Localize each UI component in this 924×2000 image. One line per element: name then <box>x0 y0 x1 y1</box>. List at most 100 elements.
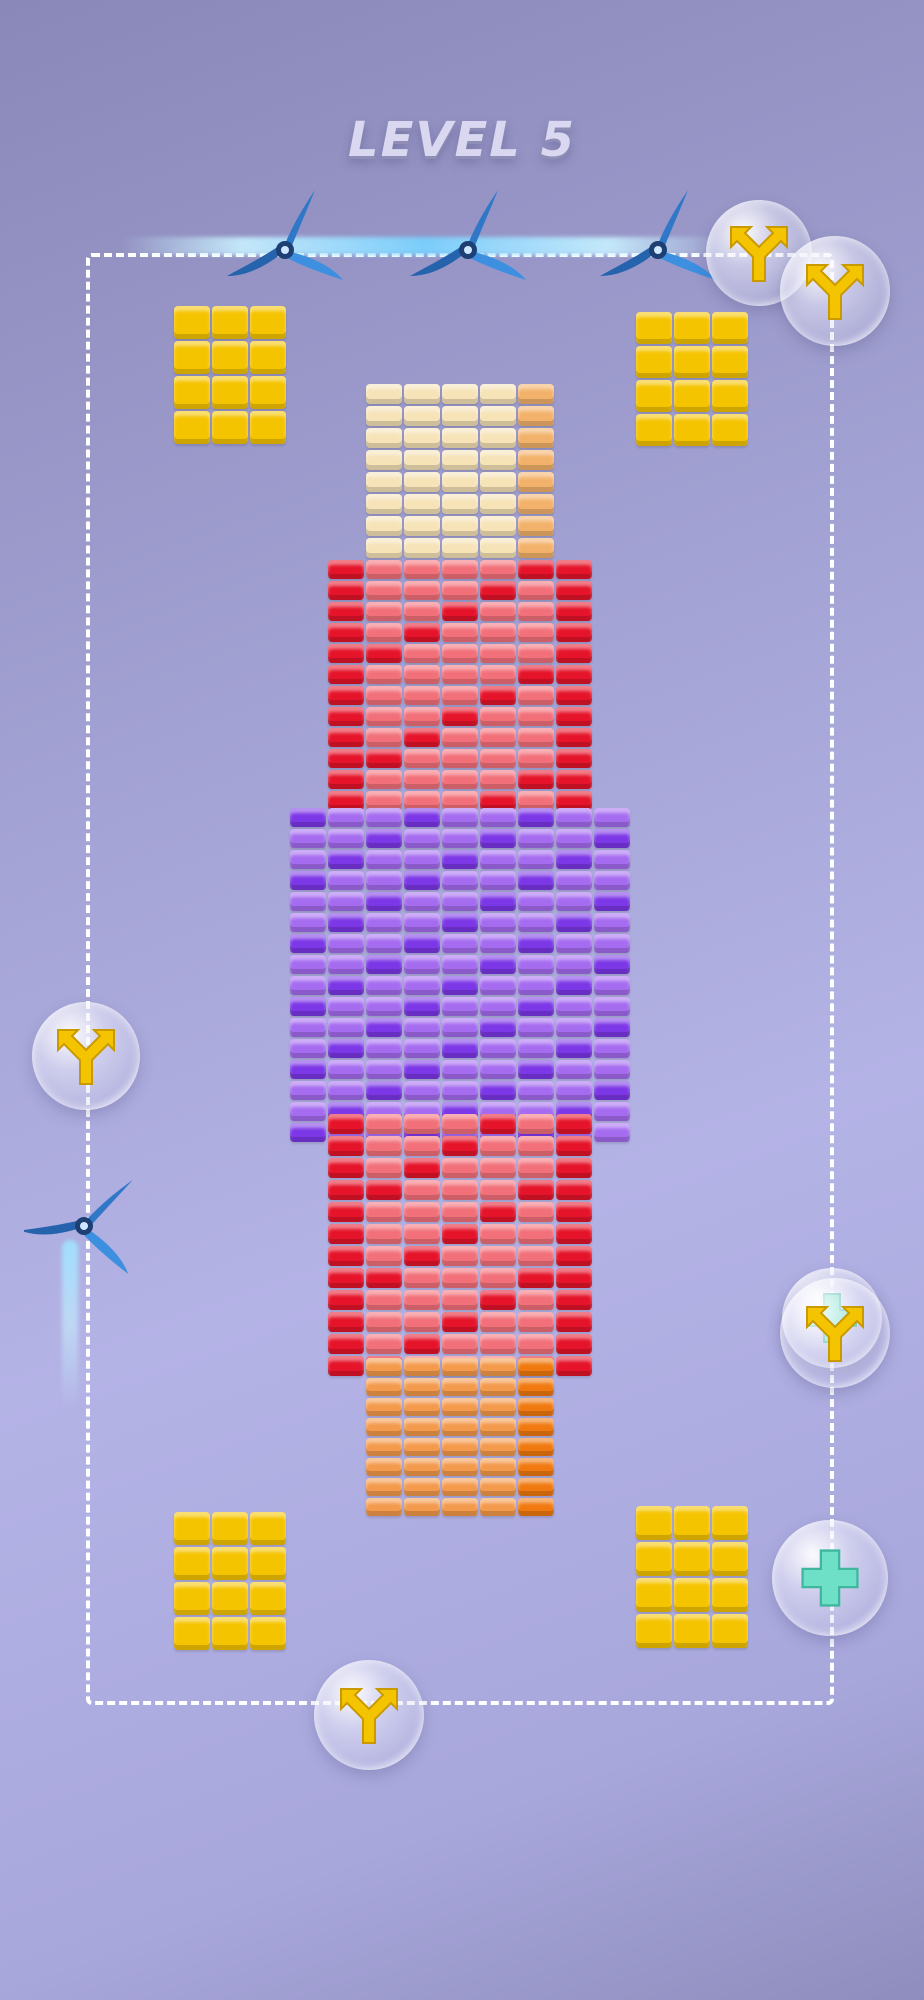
block-cell <box>366 1018 402 1037</box>
block-cell <box>712 1542 748 1576</box>
block-cell <box>174 1547 210 1580</box>
block-cell <box>366 450 402 470</box>
block-cell <box>674 1614 710 1648</box>
block-cell <box>556 1180 592 1200</box>
block-cell <box>556 1356 592 1376</box>
block-cell <box>480 770 516 789</box>
block-cell <box>556 808 592 827</box>
block-cell <box>328 707 364 726</box>
block-cell <box>518 808 554 827</box>
block-cell <box>404 707 440 726</box>
block-cell <box>404 728 440 747</box>
block-cell <box>518 997 554 1016</box>
block-cell <box>290 997 326 1016</box>
block-cell <box>328 808 364 827</box>
block-cell <box>442 623 478 642</box>
block-cell <box>480 406 516 426</box>
block-cell <box>556 997 592 1016</box>
block-cell <box>518 1136 554 1156</box>
block-cell <box>328 1114 364 1134</box>
block-cell <box>366 1290 402 1310</box>
block-cell <box>290 976 326 995</box>
block-cell <box>366 770 402 789</box>
block-cell <box>212 1582 248 1615</box>
block-cell <box>556 560 592 579</box>
block-cell <box>404 829 440 848</box>
block-cell <box>366 1378 402 1396</box>
block-cell <box>518 623 554 642</box>
block-cell <box>480 428 516 448</box>
block-cell <box>404 892 440 911</box>
block-cell <box>518 406 554 426</box>
block-cell <box>442 665 478 684</box>
block-cell <box>518 686 554 705</box>
block-cell <box>366 976 402 995</box>
block-cell <box>480 1438 516 1456</box>
yellow-block-top-right[interactable] <box>636 312 750 448</box>
block-cell <box>442 1180 478 1200</box>
block-cell <box>404 1418 440 1436</box>
block-cell <box>366 1418 402 1436</box>
block-cell <box>328 665 364 684</box>
block-cell <box>442 1268 478 1288</box>
block-cell <box>480 1081 516 1100</box>
block-cell <box>674 414 710 446</box>
block-cell <box>442 1458 478 1476</box>
block-cell <box>328 997 364 1016</box>
block-cell <box>442 749 478 768</box>
block-cell <box>594 997 630 1016</box>
block-cell <box>480 1290 516 1310</box>
block-cell <box>212 1617 248 1650</box>
block-cell <box>518 1114 554 1134</box>
block-cell <box>442 1498 478 1516</box>
block-cell <box>674 346 710 378</box>
block-cell <box>636 346 672 378</box>
block-cell <box>366 1039 402 1058</box>
block-cell <box>442 728 478 747</box>
block-cell <box>290 913 326 932</box>
yellow-block-bottom-right[interactable] <box>636 1506 750 1650</box>
block-cell <box>366 1114 402 1134</box>
block-cell <box>328 1039 364 1058</box>
block-cell <box>518 1158 554 1178</box>
block-cell <box>480 707 516 726</box>
block-cell <box>480 686 516 705</box>
block-cell <box>442 1081 478 1100</box>
block-cell <box>480 955 516 974</box>
block-cell <box>290 955 326 974</box>
block-cell <box>442 1246 478 1266</box>
block-cell <box>366 1438 402 1456</box>
block-cell <box>480 913 516 932</box>
block-cell <box>404 997 440 1016</box>
block-cell <box>328 623 364 642</box>
block-cell <box>518 472 554 492</box>
block-cell <box>518 892 554 911</box>
block-cell <box>442 406 478 426</box>
block-cell <box>480 829 516 848</box>
yellow-block-top-left[interactable] <box>174 306 288 446</box>
block-cell <box>480 1018 516 1037</box>
block-cell <box>250 341 286 374</box>
block-cell <box>442 1438 478 1456</box>
block-cell <box>480 581 516 600</box>
block-cell <box>328 644 364 663</box>
block-cell <box>212 376 248 409</box>
block-cell <box>366 560 402 579</box>
block-cell <box>212 1547 248 1580</box>
block-cell <box>480 1498 516 1516</box>
block-cell <box>480 1180 516 1200</box>
block-cell <box>480 1378 516 1396</box>
block-cell <box>328 560 364 579</box>
block-cell <box>404 384 440 404</box>
block-cell <box>174 341 210 374</box>
yellow-block-bottom-left[interactable] <box>174 1512 288 1652</box>
block-cell <box>404 1246 440 1266</box>
red-block-section <box>328 1114 594 1378</box>
block-cell <box>556 1136 592 1156</box>
block-cell <box>290 808 326 827</box>
block-cell <box>442 1060 478 1079</box>
block-cell <box>366 1246 402 1266</box>
block-cell <box>328 850 364 869</box>
block-cell <box>556 871 592 890</box>
block-cell <box>594 829 630 848</box>
